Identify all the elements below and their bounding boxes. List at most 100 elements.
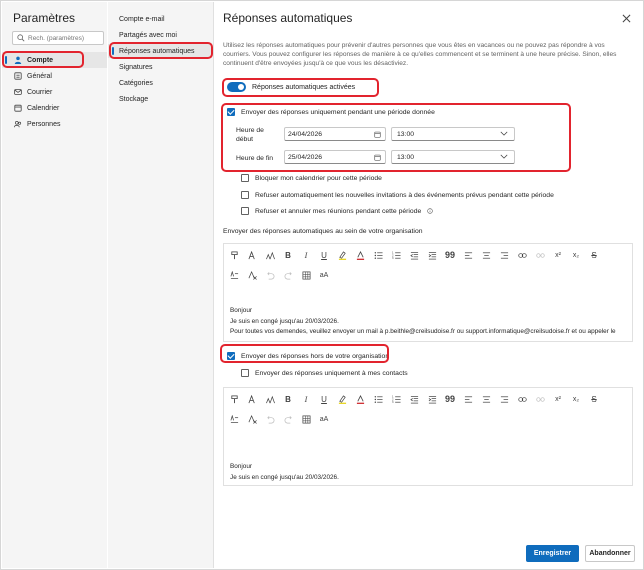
font-color-icon[interactable] [353,392,367,406]
superscript-icon[interactable]: x² [551,248,565,262]
bullets-icon[interactable] [371,248,385,262]
subnav-categories[interactable]: Catégories [108,76,212,90]
external-checkbox-label: Envoyer des réponses hors de votre organ… [241,352,390,360]
period-checkbox[interactable] [227,108,235,116]
nav-item-calendrier[interactable]: Calendrier [2,100,107,116]
font-size-decrease-icon[interactable]: aA [317,412,331,426]
cancel-meetings-checkbox[interactable] [241,207,249,215]
auto-reply-toggle[interactable] [227,82,246,92]
bullets-icon[interactable] [371,392,385,406]
undo-icon[interactable] [263,268,277,282]
subnav-partages[interactable]: Partagés avec moi [108,28,212,42]
nav-item-personnes[interactable]: Personnes [2,116,107,132]
align-right-icon[interactable] [497,392,511,406]
highlight-icon[interactable] [335,392,349,406]
calendar-icon [374,131,381,138]
end-date-value: 25/04/2026 [288,153,323,161]
external-checkbox[interactable] [227,352,235,360]
nav-label: Calendrier [27,104,60,112]
subnav-reponses-automatiques[interactable]: Réponses automatiques [108,44,212,58]
nav-label: Courrier [27,88,53,96]
change-case-icon[interactable] [227,268,241,282]
undo-icon[interactable] [263,412,277,426]
increase-indent-icon[interactable] [425,248,439,262]
internal-line: Je suis en congé jusqu'au 20/03/2026. [230,317,339,325]
align-left-icon[interactable] [461,248,475,262]
block-calendar-checkbox[interactable] [241,174,249,182]
contacts-only-checkbox[interactable] [241,369,249,377]
unlink-icon[interactable] [533,248,547,262]
unlink-icon[interactable] [533,392,547,406]
end-date-field[interactable]: 25/04/2026 [284,150,386,164]
bold-icon[interactable]: B [281,392,295,406]
font-size-icon[interactable] [263,248,277,262]
redo-icon[interactable] [281,268,295,282]
insert-table-icon[interactable] [299,268,313,282]
format-painter-icon[interactable] [227,248,241,262]
numbering-icon[interactable]: 123 [389,248,403,262]
cancel-button[interactable]: Abandonner [585,545,635,562]
underline-icon[interactable]: U [317,248,331,262]
start-time-select[interactable]: 13:00 [391,127,515,141]
bold-icon[interactable]: B [281,248,295,262]
highlight-icon[interactable] [335,248,349,262]
start-date-field[interactable]: 24/04/2026 [284,127,386,141]
quote-icon[interactable]: 99 [443,392,457,406]
subscript-icon[interactable]: x₂ [569,248,583,262]
block-calendar-label: Bloquer mon calendrier pour cette périod… [255,174,382,182]
decline-invites-checkbox[interactable] [241,191,249,199]
decline-invites-row: Refuser automatiquement les nouvelles in… [241,191,554,199]
info-icon[interactable] [427,208,433,214]
settings-search[interactable] [12,31,104,45]
nav-item-compte[interactable]: Compte [2,52,107,68]
font-icon[interactable] [245,392,259,406]
numbering-icon[interactable]: 123 [389,392,403,406]
clear-format-icon[interactable] [245,268,259,282]
font-size-decrease-icon[interactable]: aA [317,268,331,282]
subnav-stockage[interactable]: Stockage [108,92,212,106]
align-center-icon[interactable] [479,248,493,262]
internal-message-body[interactable]: Bonjour Je suis en congé jusqu'au 20/03/… [224,306,632,338]
cancel-meetings-label: Refuser et annuler mes réunions pendant … [255,207,422,215]
svg-text:3: 3 [392,256,394,260]
underline-icon[interactable]: U [317,392,331,406]
increase-indent-icon[interactable] [425,392,439,406]
end-time-select[interactable]: 13:00 [391,150,515,164]
internal-reply-editor[interactable]: B I U 123 99 x² x₂ S aA Bonjour Je suis … [223,243,633,342]
save-button[interactable]: Enregistrer [526,545,579,562]
external-reply-editor[interactable]: B I U 123 99 x² x₂ S aA Bonjour Je suis … [223,387,633,486]
close-button[interactable] [619,11,633,25]
subscript-icon[interactable]: x₂ [569,392,583,406]
italic-icon[interactable]: I [299,248,313,262]
link-icon[interactable] [515,392,529,406]
nav-item-courrier[interactable]: Courrier [2,84,107,100]
nav-label: Compte [27,56,54,64]
search-input[interactable] [28,34,102,42]
block-calendar-row: Bloquer mon calendrier pour cette périod… [241,174,382,182]
strikethrough-icon[interactable]: S [587,248,601,262]
subnav-signatures[interactable]: Signatures [108,60,212,74]
strikethrough-icon[interactable]: S [587,392,601,406]
external-message-body[interactable]: Bonjour Je suis en congé jusqu'au 20/03/… [224,462,632,483]
insert-table-icon[interactable] [299,412,313,426]
link-icon[interactable] [515,248,529,262]
font-icon[interactable] [245,248,259,262]
quote-icon[interactable]: 99 [443,248,457,262]
redo-icon[interactable] [281,412,295,426]
font-size-icon[interactable] [263,392,277,406]
external-checkbox-row: Envoyer des réponses hors de votre organ… [227,352,389,360]
change-case-icon[interactable] [227,412,241,426]
nav-item-general[interactable]: Général [2,68,107,84]
font-color-icon[interactable] [353,248,367,262]
align-left-icon[interactable] [461,392,475,406]
settings-sidebar: Paramètres Compte Général [2,2,107,568]
decrease-indent-icon[interactable] [407,392,421,406]
align-center-icon[interactable] [479,392,493,406]
align-right-icon[interactable] [497,248,511,262]
decrease-indent-icon[interactable] [407,248,421,262]
clear-format-icon[interactable] [245,412,259,426]
format-painter-icon[interactable] [227,392,241,406]
superscript-icon[interactable]: x² [551,392,565,406]
subnav-compte-email[interactable]: Compte e-mail [108,12,212,26]
italic-icon[interactable]: I [299,392,313,406]
